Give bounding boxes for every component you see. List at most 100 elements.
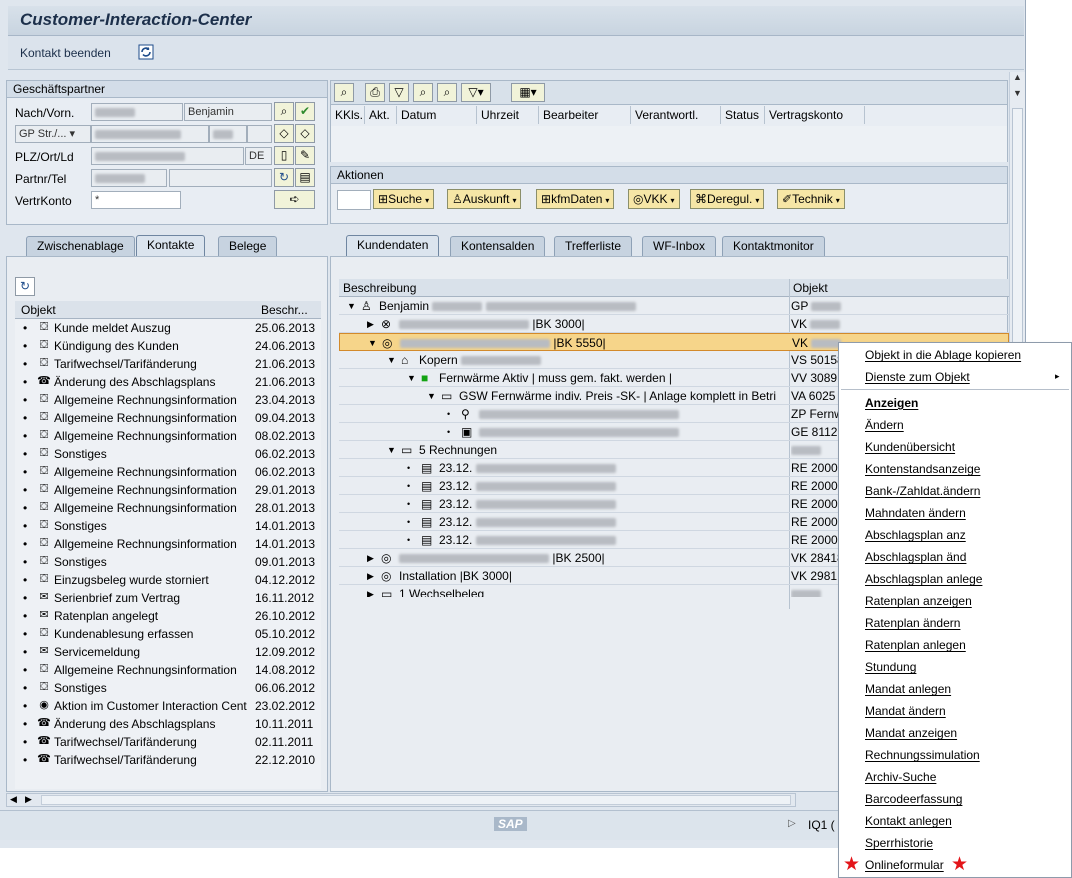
end-contact-button[interactable]: Kontakt beenden	[20, 46, 111, 60]
menu-item[interactable]: Mandat anlegen	[865, 679, 951, 699]
tab-kontaktmonitor[interactable]: Kontaktmonitor	[722, 236, 825, 256]
list-item[interactable]: • ⛋ Kundenablesung erfassen 05.10.2012	[15, 625, 321, 643]
list-item[interactable]: • ⛋ Allgemeine Rechnungsinformation 14.08.2…	[15, 661, 321, 679]
expand-icon[interactable]: •	[447, 405, 450, 423]
list-item[interactable]: • ⛋ Sonstiges 14.01.2013	[15, 517, 321, 535]
tab-kontakte[interactable]: Kontakte	[136, 235, 206, 257]
col-beschreibung[interactable]: Beschreibung	[343, 281, 416, 295]
scroll-right-icon[interactable]: ▶	[25, 794, 32, 805]
list-item[interactable]: • ◉ Aktion im Customer Interaction Cent 23.…	[15, 697, 321, 715]
menu-item[interactable]: Mahndaten ändern	[865, 503, 966, 523]
status-expand-icon[interactable]: ▷	[788, 818, 796, 829]
tree-row[interactable]: ▼ ♙ Benjamin GP	[339, 297, 1009, 315]
list-item[interactable]: • ⛋ Einzugsbeleg wurde storniert 04.12.2012	[15, 571, 321, 589]
list-item[interactable]: • ⛋ Kündigung des Kunden 24.06.2013	[15, 337, 321, 355]
list-item[interactable]: • ⛋ Allgemeine Rechnungsinformation 23.04.2…	[15, 391, 321, 409]
col-beschr[interactable]: Beschr...	[261, 303, 308, 317]
menu-item[interactable]: Stundung	[865, 657, 916, 677]
expand-icon[interactable]: ▼	[368, 334, 377, 352]
expand-icon[interactable]: ▶	[367, 585, 374, 597]
col-uhrzeit[interactable]: Uhrzeit	[477, 106, 539, 124]
menu-item[interactable]: Anzeigen	[865, 393, 918, 413]
menu-item[interactable]: Bank-/Zahldat.ändern	[865, 481, 980, 501]
filter-icon[interactable]: ▽	[389, 83, 409, 102]
deregulation-button[interactable]: ⌘Deregul. ▾	[690, 189, 765, 209]
scroll-left-icon[interactable]: ◀	[10, 794, 17, 805]
list-item[interactable]: • ⛋ Allgemeine Rechnungsinformation 28.01.2…	[15, 499, 321, 517]
housenumber-field[interactable]	[209, 125, 247, 143]
scroll-thumb[interactable]	[41, 795, 791, 805]
list-item[interactable]: • ⛋ Sonstiges 06.02.2013	[15, 445, 321, 463]
list-item[interactable]: • ⛋ Sonstiges 06.06.2012	[15, 679, 321, 697]
list-item[interactable]: • ⛋ Allgemeine Rechnungsinformation 08.02.2…	[15, 427, 321, 445]
menu-item[interactable]: Dienste zum Objekt	[865, 367, 970, 387]
list-item[interactable]: • ☎ Änderung des Abschlagsplans 10.11.2011	[15, 715, 321, 733]
expand-icon[interactable]: •	[407, 477, 410, 495]
partner-detail-icon[interactable]: ▤	[295, 168, 315, 187]
list-item[interactable]: • ⛋ Tarifwechsel/Tarifänderung 21.06.2013	[15, 355, 321, 373]
detail-icon[interactable]: ⌕	[334, 83, 354, 102]
menu-item[interactable]: Kundenübersicht	[865, 437, 955, 457]
list-item[interactable]: • ☎ Tarifwechsel/Tarifänderung 22.12.2010	[15, 751, 321, 769]
col-objekt-tree[interactable]: Objekt	[793, 281, 828, 295]
technik-button[interactable]: ✐Technik ▾	[777, 189, 845, 209]
expand-icon[interactable]: •	[407, 495, 410, 513]
tab-kontensalden[interactable]: Kontensalden	[450, 236, 546, 256]
expand-icon[interactable]: ▼	[387, 441, 396, 459]
menu-item[interactable]: Archiv-Suche	[865, 767, 936, 787]
menu-item[interactable]: Objekt in die Ablage kopieren	[865, 345, 1021, 365]
menu-item[interactable]: Ändern	[865, 415, 904, 435]
expand-icon[interactable]: •	[407, 459, 410, 477]
binoculars-icon[interactable]: ⌕	[274, 102, 294, 121]
tab-zwischenablage[interactable]: Zwischenablage	[26, 236, 135, 256]
list-item[interactable]: • ⛋ Allgemeine Rechnungsinformation 09.04.2…	[15, 409, 321, 427]
col-kkls[interactable]: KKls.	[331, 106, 365, 124]
tab-kundendaten[interactable]: Kundendaten	[346, 235, 440, 257]
expand-icon[interactable]: ▼	[427, 387, 436, 405]
info-button[interactable]: ♙Auskunft ▾	[447, 189, 522, 209]
menu-item[interactable]: Mandat anzeigen	[865, 723, 957, 743]
contract-account-field[interactable]: *	[91, 191, 181, 209]
print-icon[interactable]: ⎙	[365, 83, 385, 102]
tab-wf-inbox[interactable]: WF-Inbox	[642, 236, 717, 256]
list-item[interactable]: • ✉ Ratenplan angelegt 26.10.2012	[15, 607, 321, 625]
horizontal-scrollbar[interactable]: ◀ ▶	[6, 793, 796, 807]
search-button[interactable]: ⊞Suche ▾	[373, 189, 435, 209]
layout-icon[interactable]: ▦▾	[511, 83, 545, 102]
menu-item[interactable]: Ratenplan anzeigen	[865, 591, 972, 611]
partner-number-field[interactable]	[91, 169, 167, 187]
action-input[interactable]	[337, 190, 371, 210]
list-item[interactable]: • ⛋ Sonstiges 09.01.2013	[15, 553, 321, 571]
expand-icon[interactable]: •	[407, 513, 410, 531]
expand-icon[interactable]: ▼	[347, 297, 356, 315]
find-next-icon[interactable]: ⌕	[437, 83, 457, 102]
list-item[interactable]: • ✉ Servicemeldung 12.09.2012	[15, 643, 321, 661]
tree-row[interactable]: ▶ ⊗ |BK 3000| VK	[339, 315, 1009, 333]
col-bearbeiter[interactable]: Bearbeiter	[539, 106, 631, 124]
reset-icon[interactable]: ◇	[295, 124, 315, 143]
menu-item[interactable]: Sperrhistorie	[865, 833, 933, 853]
forward-arrow-icon[interactable]: ➪	[274, 190, 315, 209]
list-item[interactable]: • ☎ Tarifwechsel/Tarifänderung 02.11.2011	[15, 733, 321, 751]
scroll-down-icon[interactable]: ▼	[1013, 88, 1022, 98]
menu-item[interactable]: Rechnungssimulation	[865, 745, 980, 765]
expand-icon[interactable]: ▼	[407, 369, 416, 387]
expand-icon[interactable]: ▶	[367, 315, 374, 333]
menu-item[interactable]: Kontakt anlegen	[865, 811, 952, 831]
menu-item[interactable]: Ratenplan anlegen	[865, 635, 966, 655]
menu-item[interactable]: Kontenstandsanzeige	[865, 459, 980, 479]
clear-icon[interactable]: ◇	[274, 124, 294, 143]
expand-icon[interactable]: ▼	[387, 351, 396, 369]
country-field[interactable]: DE	[245, 147, 272, 165]
col-objekt[interactable]: Objekt	[21, 303, 56, 317]
menu-item[interactable]: Abschlagsplan anz	[865, 525, 966, 545]
firstname-field[interactable]: Benjamin	[184, 103, 272, 121]
city-field[interactable]	[91, 147, 244, 165]
street-select[interactable]: GP Str./... ▾	[15, 125, 91, 143]
menu-item[interactable]: Ratenplan ändern	[865, 613, 960, 633]
new-document-icon[interactable]: ▯	[274, 146, 294, 165]
list-item[interactable]: • ⛋ Allgemeine Rechnungsinformation 06.02.2…	[15, 463, 321, 481]
commercial-data-button[interactable]: ⊞kfmDaten ▾	[536, 189, 615, 209]
col-akt[interactable]: Akt.	[365, 106, 397, 124]
expand-icon[interactable]: ▶	[367, 549, 374, 567]
